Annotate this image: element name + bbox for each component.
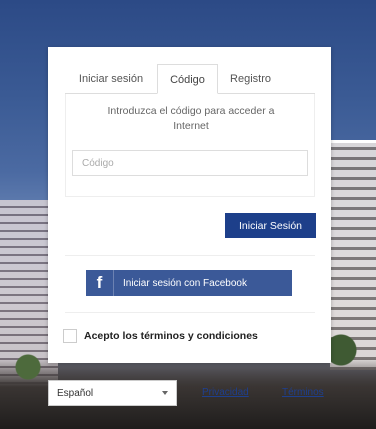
facebook-login-button[interactable]: f Iniciar sesión con Facebook <box>86 270 292 296</box>
facebook-login-label: Iniciar sesión con Facebook <box>123 277 247 289</box>
palm-tree-left <box>8 349 48 409</box>
terms-link[interactable]: Términos <box>282 387 324 398</box>
divider <box>65 255 315 256</box>
terms-checkbox[interactable] <box>63 329 77 343</box>
terms-label: Acepto los términos y condiciones <box>84 330 258 342</box>
building-roof-line <box>330 140 376 143</box>
privacy-link[interactable]: Privacidad <box>202 387 249 398</box>
login-button[interactable]: Iniciar Sesión <box>225 213 316 238</box>
terms-row: Acepto los términos y condiciones <box>63 329 258 343</box>
tab-codigo[interactable]: Código <box>157 64 218 94</box>
language-select[interactable]: Español <box>48 380 177 406</box>
code-panel: Introduzca el código para acceder a Inte… <box>65 94 315 197</box>
login-tabs: Iniciar sesión Código Registro <box>65 64 315 94</box>
login-card: Iniciar sesión Código Registro Introduzc… <box>48 47 331 363</box>
facebook-icon: f <box>86 270 114 296</box>
divider <box>65 312 315 313</box>
tab-registro[interactable]: Registro <box>218 64 283 94</box>
code-input[interactable] <box>72 150 308 176</box>
code-instructions: Introduzca el código para acceder a Inte… <box>107 105 275 132</box>
tab-iniciar-sesion[interactable]: Iniciar sesión <box>65 64 157 94</box>
language-value: Español <box>57 387 94 399</box>
chevron-down-icon <box>162 391 168 395</box>
